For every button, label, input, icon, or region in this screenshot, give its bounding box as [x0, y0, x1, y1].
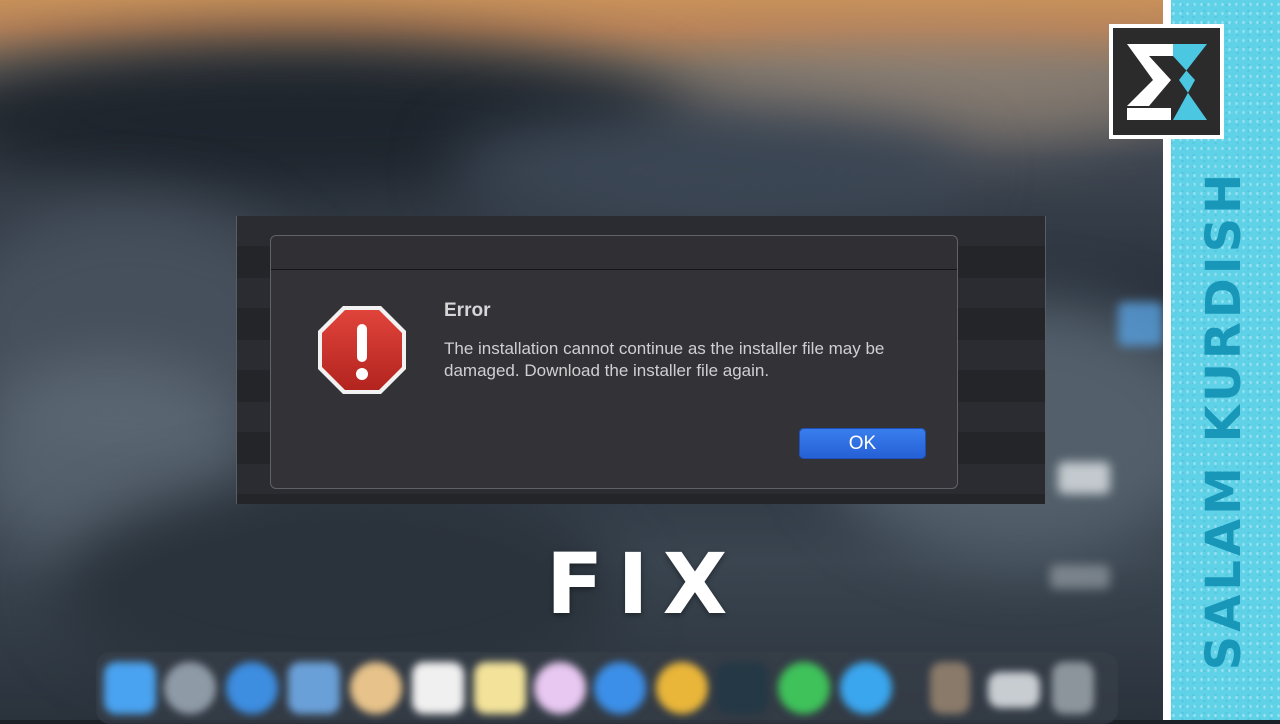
app-store-icon[interactable] [594, 662, 646, 714]
blurred-widget [1058, 462, 1110, 494]
finder-icon[interactable] [104, 662, 156, 714]
photoshop-icon[interactable] [716, 662, 768, 714]
channel-name: SALAM KURDISH [1196, 169, 1252, 671]
finder-window-icon[interactable] [988, 672, 1040, 708]
fix-caption: FIX [546, 535, 742, 633]
blurred-widget [1050, 565, 1110, 589]
blurred-widget [1118, 302, 1163, 346]
preview-icon[interactable] [288, 662, 340, 714]
whatsapp-icon[interactable] [778, 662, 830, 714]
chrome-icon[interactable] [656, 662, 708, 714]
photos-icon[interactable] [350, 662, 402, 714]
sk-logo-icon [1127, 44, 1207, 120]
safari-icon[interactable] [226, 662, 278, 714]
channel-logo [1109, 24, 1224, 139]
launchpad-icon[interactable] [164, 662, 216, 714]
trash-icon[interactable] [1052, 662, 1094, 714]
ok-button[interactable]: OK [799, 428, 926, 459]
calendar-icon[interactable] [412, 662, 464, 714]
error-dialog: Error The installation cannot continue a… [270, 235, 958, 489]
dialog-title: Error [444, 300, 491, 321]
itunes-icon[interactable] [534, 662, 586, 714]
dialog-message: The installation cannot continue as the … [444, 339, 885, 380]
notes-icon[interactable] [474, 662, 526, 714]
twitter-icon[interactable] [840, 662, 892, 714]
downloads-icon[interactable] [930, 662, 970, 714]
dialog-titlebar [271, 236, 957, 270]
error-stop-icon [318, 306, 406, 394]
